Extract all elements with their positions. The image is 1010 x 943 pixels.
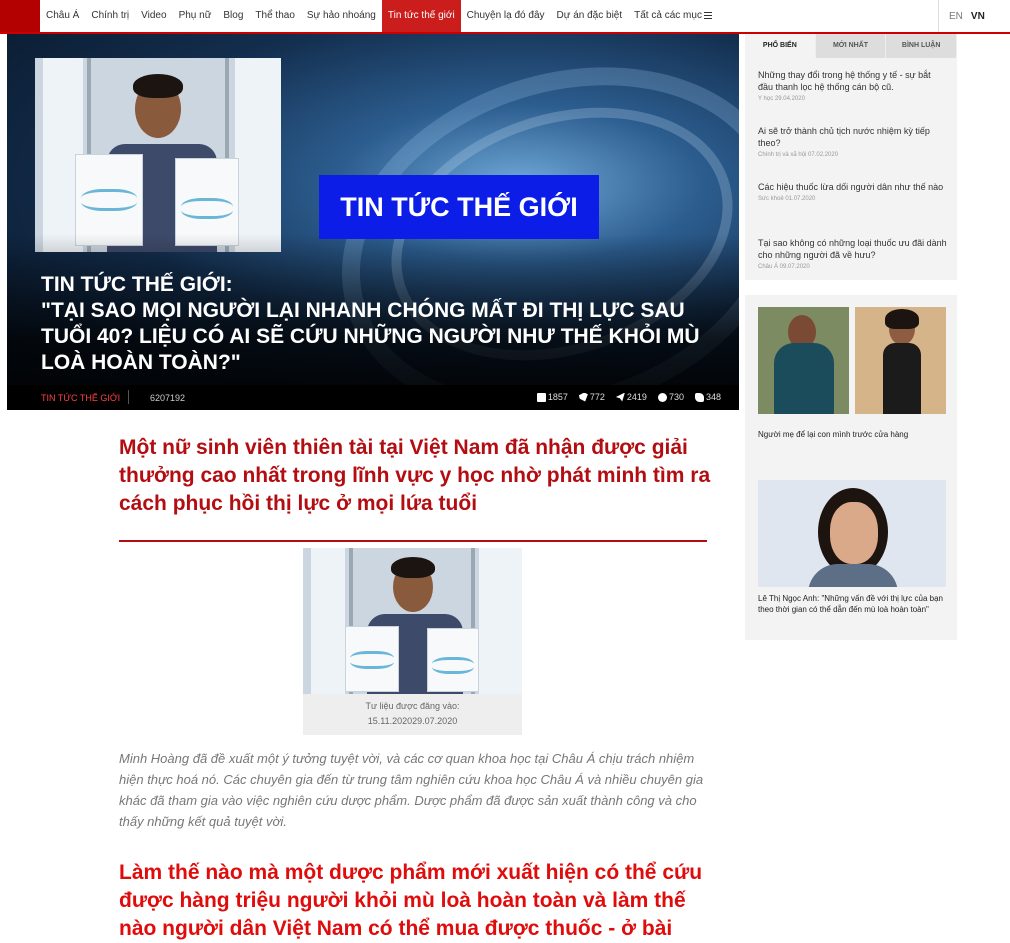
- divider: [128, 390, 129, 404]
- card2-photo[interactable]: [758, 480, 946, 587]
- headline-divider: [119, 540, 707, 542]
- list-item-title: Ai sẽ trở thành chủ tịch nước nhiệm kỳ t…: [758, 126, 930, 148]
- list-item-meta: Sức khoẻ 01.07.2020: [758, 196, 816, 202]
- messenger-count: 730: [668, 392, 684, 402]
- lang-en-link[interactable]: EN: [949, 11, 963, 22]
- twitter-count: 772: [589, 392, 605, 402]
- list-item-title: Các hiệu thuốc lừa dối người dân như thế…: [758, 182, 944, 192]
- sidebar-cards: Người mẹ để lại con mình trước cửa hàng …: [745, 295, 957, 640]
- list-item[interactable]: Tại sao không có những loại thuốc ưu đãi…: [758, 237, 948, 270]
- facebook-count: 1857: [547, 392, 568, 402]
- telegram-icon: [615, 392, 625, 402]
- article-figure: Tư liệu được đăng vào: 15.11.202029.07.2…: [303, 548, 522, 735]
- before-photo: [758, 307, 849, 414]
- tab-binh-luan[interactable]: BÌNH LUẬN: [886, 34, 958, 58]
- nav-item-su-hao-nhoang[interactable]: Sự hảo nhoáng: [301, 0, 382, 32]
- article-paragraph: Minh Hoàng đã đề xuất một ý tưởng tuyệt …: [119, 751, 704, 829]
- after-photo: [855, 307, 946, 414]
- tab-pho-bien[interactable]: PHỔ BIẾN: [745, 34, 816, 58]
- hero-title-line1: TIN TỨC THẾ GIỚI:: [41, 273, 233, 296]
- nav-item-blog[interactable]: Blog: [217, 0, 249, 32]
- card1-caption[interactable]: Người mẹ để lại con mình trước cửa hàng: [758, 429, 948, 441]
- list-item[interactable]: Các hiệu thuốc lừa dối người dân như thế…: [758, 181, 948, 202]
- facebook-share[interactable]: 1857: [536, 392, 568, 402]
- hero-photo: [35, 58, 281, 252]
- twitter-share[interactable]: 772: [578, 392, 605, 402]
- brand-strip: [0, 0, 40, 32]
- messenger-share[interactable]: 730: [657, 392, 684, 402]
- menu-icon: [703, 10, 712, 21]
- phone-icon: [694, 392, 704, 402]
- nav-item-tat-ca[interactable]: Tất cả các mục: [628, 0, 718, 32]
- hero-section-badge: TIN TỨC THẾ GIỚI: [319, 175, 599, 239]
- nav-item-chuyen-la[interactable]: Chuyện lạ đó đây: [461, 0, 551, 32]
- nav-item-chinh-tri[interactable]: Chính trị: [85, 0, 135, 32]
- phone-share[interactable]: 348: [694, 392, 721, 402]
- nav-item-phu-nu[interactable]: Phụ nữ: [173, 0, 218, 32]
- telegram-share[interactable]: 2419: [615, 392, 647, 402]
- telegram-count: 2419: [626, 392, 647, 402]
- card1-photo[interactable]: [758, 307, 946, 414]
- list-item[interactable]: Ai sẽ trở thành chủ tịch nước nhiệm kỳ t…: [758, 125, 948, 158]
- list-item-title: Những thay đổi trong hệ thống y tế - sự …: [758, 70, 931, 92]
- messenger-icon: [657, 392, 667, 402]
- nav-item-chau-a[interactable]: Châu Á: [40, 0, 85, 32]
- article-headline: Một nữ sinh viên thiên tài tại Việt Nam …: [119, 436, 711, 515]
- tab-moi-nhat[interactable]: MỚI NHẤT: [815, 34, 887, 58]
- lang-vn-link[interactable]: VN: [971, 11, 985, 22]
- view-count: 6207192: [150, 393, 186, 403]
- twitter-icon: [578, 392, 588, 402]
- list-item-meta: Y học 29.04.2020: [758, 96, 805, 102]
- hero-meta-bar: TIN TỨC THẾ GIỚI 6207192 1857 772 2419 7…: [7, 385, 739, 410]
- nav-item-du-an-dac-biet[interactable]: Dự án đặc biệt: [551, 0, 629, 32]
- list-item-meta: Chính trị và xã hội 07.02.2020: [758, 152, 839, 158]
- caption-line2: 15.11.202029.07.2020: [367, 716, 458, 726]
- hero-category-link[interactable]: TIN TỨC THẾ GIỚI: [41, 393, 120, 403]
- list-item-meta: Châu Á 09.07.2020: [758, 264, 810, 270]
- card2-caption[interactable]: Lê Thị Ngọc Anh: "Những vấn đề với thị l…: [758, 593, 948, 615]
- list-item[interactable]: Những thay đổi trong hệ thống y tế - sự …: [758, 69, 948, 102]
- nav-item-tat-ca-label: Tất cả các mục: [634, 10, 702, 21]
- hero-banner[interactable]: TIN TỨC THẾ GIỚI TIN TỨC THẾ GIỚI: "TẠI …: [7, 34, 739, 410]
- sidebar-news-tabs: PHỔ BIẾN MỚI NHẤT BÌNH LUẬN Những thay đ…: [745, 34, 958, 280]
- nav-menu: Châu Á Chính trị Video Phụ nữ Blog Thể t…: [40, 0, 718, 32]
- nav-item-tin-tuc-the-gioi[interactable]: Tin tức thế giới: [381, 0, 461, 32]
- nav-item-video[interactable]: Video: [135, 0, 172, 32]
- article-subheading: Làm thế nào mà một dược phẩm mới xuất hi…: [119, 861, 703, 940]
- nav-item-the-thao[interactable]: Thể thao: [249, 0, 300, 32]
- caption-line1: Tư liệu được đăng vào:: [365, 701, 460, 711]
- sidebar-tab-bar: PHỔ BIẾN MỚI NHẤT BÌNH LUẬN: [745, 34, 958, 58]
- phone-count: 348: [705, 392, 721, 402]
- hero-title[interactable]: TIN TỨC THẾ GIỚI: "TẠI SAO MỌI NGƯỜI LẠI…: [41, 272, 731, 376]
- article-photo: [303, 548, 522, 694]
- share-buttons: 1857 772 2419 730 348: [536, 392, 721, 402]
- language-switcher: EN VN: [938, 0, 985, 32]
- hero-title-line2: "TẠI SAO MỌI NGƯỜI LẠI NHANH CHÓNG MẤT Đ…: [41, 299, 700, 374]
- facebook-icon: [536, 392, 546, 402]
- top-navigation: Châu Á Chính trị Video Phụ nữ Blog Thể t…: [0, 0, 1010, 34]
- photo-caption: Tư liệu được đăng vào: 15.11.202029.07.2…: [303, 699, 522, 729]
- list-item-title: Tại sao không có những loại thuốc ưu đãi…: [758, 238, 947, 260]
